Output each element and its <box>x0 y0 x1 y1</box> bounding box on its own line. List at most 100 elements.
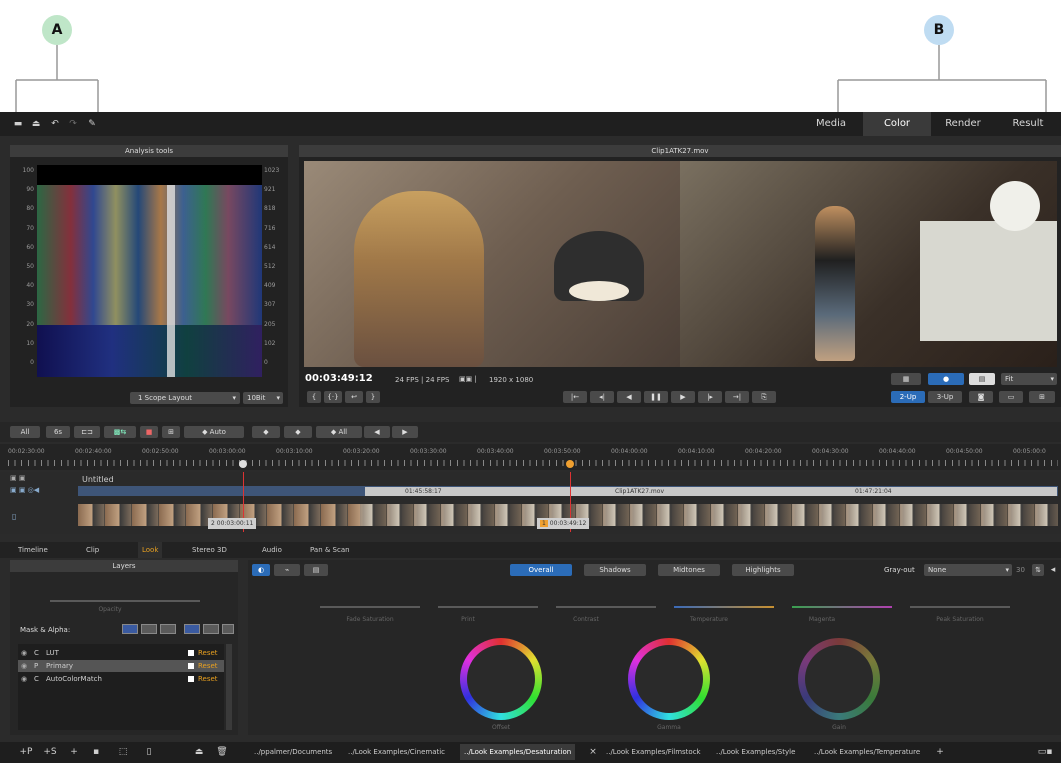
offset-wheel[interactable] <box>460 638 542 720</box>
compare-icon[interactable]: ▭ <box>999 391 1023 403</box>
layer-reset[interactable]: Reset <box>198 647 218 659</box>
add-tab-icon[interactable]: + <box>934 746 946 758</box>
marker-1[interactable]: 2 00:03:00:11 <box>208 518 257 529</box>
gain-wheel[interactable] <box>798 638 880 720</box>
ruler-marker-white[interactable] <box>239 460 247 468</box>
layer-checkbox[interactable] <box>188 676 194 682</box>
layer-checkbox[interactable] <box>188 663 194 669</box>
three-up-button[interactable]: 3-Up <box>928 391 962 403</box>
add-primary-button[interactable]: +P <box>18 746 34 758</box>
lut-mode-button[interactable]: ▤ <box>304 564 328 576</box>
prev-frame-button[interactable]: ◂| <box>590 391 614 403</box>
layer-row[interactable]: ◉ C AutoColorMatch Reset <box>18 673 224 685</box>
trash-icon[interactable]: 🗑 <box>216 746 228 758</box>
timeline-ruler[interactable]: 00:02:30:00 00:02:40:00 00:02:50:00 00:03:0… <box>0 444 1061 470</box>
eye-icon[interactable]: ◉ <box>21 647 27 659</box>
range-button[interactable]: ⊏⊐ <box>74 426 100 438</box>
export-icon[interactable]: ⏏ <box>30 118 42 130</box>
bit-depth-select[interactable]: 10Bit ▾ <box>243 392 283 404</box>
eye-icon[interactable]: ◉ <box>21 673 27 685</box>
path-tab[interactable]: ../Look Examples/Cinematic <box>344 744 449 760</box>
layer-reset[interactable]: Reset <box>198 673 218 685</box>
split-view-icon[interactable]: ⊞ <box>1029 391 1055 403</box>
path-tab-active[interactable]: ../Look Examples/Desaturation <box>460 744 576 760</box>
color-chip-button[interactable]: ■ <box>140 426 158 438</box>
keyframe-2-button[interactable]: ◆ <box>284 426 312 438</box>
all-button[interactable]: All <box>10 426 40 438</box>
go-start-button[interactable]: |← <box>563 391 587 403</box>
marker-2[interactable]: 1 00:03:49:12 <box>537 518 590 529</box>
curves-mode-button[interactable]: ⌁ <box>274 564 300 576</box>
camera-icon[interactable]: ◙ <box>969 391 993 403</box>
add-layer-icon[interactable]: + <box>68 746 80 758</box>
play-back-button[interactable]: ◀ <box>617 391 641 403</box>
tab-audio[interactable]: Audio <box>258 542 286 558</box>
viewer-mode-color[interactable]: ● <box>928 373 964 385</box>
tab-media[interactable]: Media <box>800 112 862 136</box>
grayout-stepper[interactable]: ⇅ <box>1032 564 1044 576</box>
magenta-slider[interactable] <box>792 606 892 608</box>
tab-stereo3d[interactable]: Stereo 3D <box>188 542 231 558</box>
path-tab[interactable]: ../Look Examples/Filmstock <box>602 744 705 760</box>
save-look-icon[interactable]: ⏏ <box>192 746 206 758</box>
layer-reset[interactable]: Reset <box>198 660 218 672</box>
tone-tab-shadows[interactable]: Shadows <box>584 564 646 576</box>
viewer-mode-scope[interactable]: ▦ <box>891 373 921 385</box>
layer-checkbox[interactable] <box>188 650 194 656</box>
gamma-wheel[interactable] <box>628 638 710 720</box>
alpha-none-icon[interactable] <box>184 624 200 634</box>
clip-header-bar[interactable]: 01:45:58:17 Clip1ATK27.mov 01:47:21:04 <box>365 487 1057 496</box>
group-icon[interactable]: ▯ <box>142 746 156 758</box>
alpha-invert-icon[interactable] <box>222 624 234 634</box>
next-frame-button[interactable]: |▸ <box>698 391 722 403</box>
mask-fill-icon[interactable] <box>141 624 157 634</box>
path-tab[interactable]: ../Look Examples/Style <box>712 744 799 760</box>
two-up-button[interactable]: 2-Up <box>891 391 925 403</box>
split-button[interactable]: ⊞ <box>162 426 180 438</box>
temperature-slider[interactable] <box>674 606 774 608</box>
layer-row[interactable]: ◉ P Primary Reset <box>18 660 224 672</box>
all-keyframes-button[interactable]: ◆ All <box>316 426 362 438</box>
contrast-slider[interactable] <box>556 606 656 608</box>
tab-clip[interactable]: Clip <box>82 542 103 558</box>
duplicate-icon[interactable]: ▪ <box>90 746 102 758</box>
fit-select[interactable]: Fit ▾ <box>1001 373 1057 385</box>
fade-saturation-slider[interactable] <box>320 606 420 608</box>
layout-toggle-icon[interactable]: ▭▪ <box>1036 746 1054 758</box>
keyframe-button[interactable]: ◆ <box>252 426 280 438</box>
opacity-slider[interactable] <box>50 600 200 602</box>
alpha-fill-icon[interactable] <box>203 624 219 634</box>
tab-timeline[interactable]: Timeline <box>14 542 52 558</box>
mark-both-button[interactable]: {·} <box>324 391 342 403</box>
tone-tab-overall[interactable]: Overall <box>510 564 572 576</box>
loop-button[interactable]: ↩ <box>345 391 363 403</box>
layer-row[interactable]: ◉ C LUT Reset <box>18 647 224 659</box>
mask-none-icon[interactable] <box>122 624 138 634</box>
next-keyframe-button[interactable]: ▶ <box>392 426 418 438</box>
tab-render[interactable]: Render <box>932 112 994 136</box>
grayout-select[interactable]: None ▾ <box>924 564 1012 576</box>
playhead-marker[interactable] <box>566 460 574 468</box>
redo-icon[interactable]: ↷ <box>67 118 79 130</box>
folder-open-icon[interactable]: ▬ <box>12 118 24 130</box>
mark-in-button[interactable]: { <box>307 391 321 403</box>
tab-pan-scan[interactable]: Pan & Scan <box>306 542 354 558</box>
color-wheel-mode-button[interactable]: ◐ <box>252 564 270 576</box>
pause-button[interactable]: ❚❚ <box>644 391 668 403</box>
path-tab[interactable]: ../ppalmer/Documents <box>250 744 336 760</box>
6s-button[interactable]: 6s <box>46 426 70 438</box>
scope-layout-select[interactable]: 1 Scope Layout ▾ <box>130 392 240 404</box>
tone-tab-midtones[interactable]: Midtones <box>658 564 720 576</box>
play-button[interactable]: ▶ <box>671 391 695 403</box>
mask-invert-icon[interactable] <box>160 624 176 634</box>
tab-look[interactable]: Look <box>138 542 163 558</box>
wrench-icon[interactable]: ✎ <box>86 118 98 130</box>
layers-scrollbar[interactable] <box>226 644 232 730</box>
auto-button[interactable]: ◆ Auto <box>184 426 244 438</box>
collapse-icon[interactable]: ◂ <box>1048 564 1058 576</box>
tab-result[interactable]: Result <box>995 112 1061 136</box>
add-secondary-button[interactable]: +S <box>42 746 58 758</box>
color-grid-button[interactable]: ▩⇆ <box>104 426 136 438</box>
mark-out-button[interactable]: } <box>366 391 380 403</box>
export-frame-button[interactable]: ⎘ <box>752 391 776 403</box>
